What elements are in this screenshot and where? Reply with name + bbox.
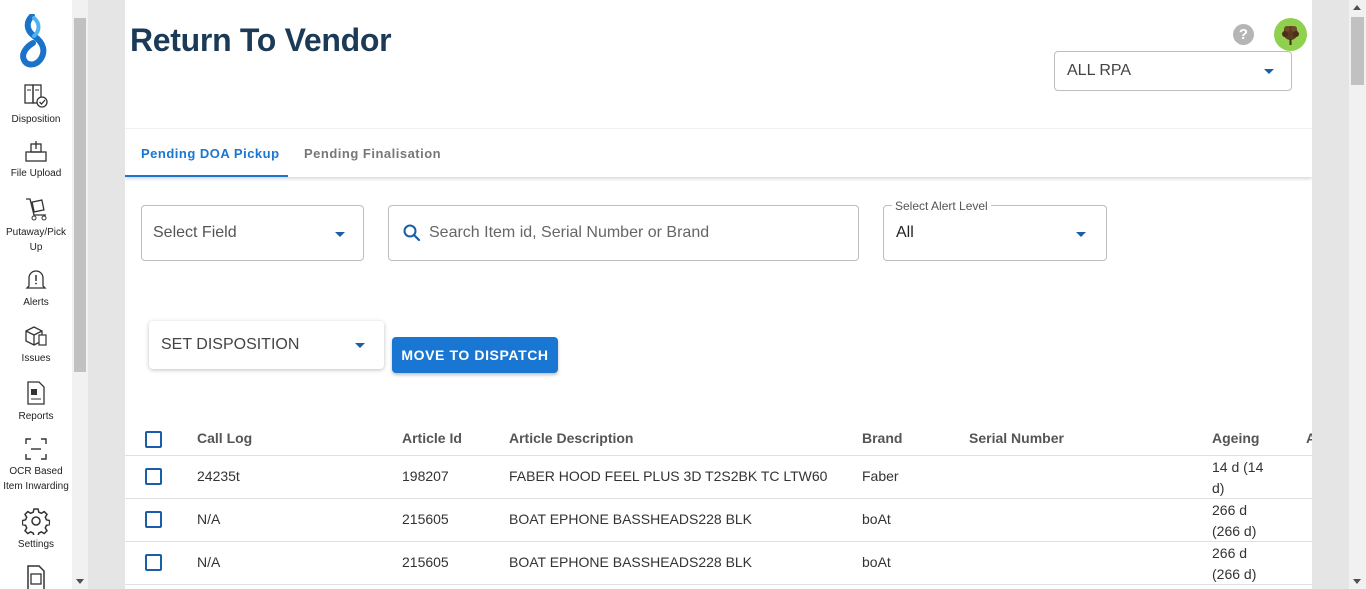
- table-row[interactable]: 24235t 198207 FABER HOOD FEEL PLUS 3D T2…: [125, 456, 1312, 499]
- set-disposition-select[interactable]: SET DISPOSITION: [149, 321, 384, 369]
- sidebar-item-alerts[interactable]: Alerts: [0, 267, 72, 310]
- sidebar: Disposition File Upload Putaway/Pick Up …: [0, 0, 72, 589]
- sidebar-item-label: Issues: [21, 353, 51, 364]
- description-cell: FABER HOOD FEEL PLUS 3D T2S2BK TC LTW60: [509, 468, 828, 484]
- table-header-row: Call Log Article Id Article Description …: [125, 417, 1312, 456]
- scroll-down-arrow-icon[interactable]: [76, 579, 84, 584]
- chevron-down-icon: [355, 343, 365, 348]
- sidebar-item-label: Reports: [18, 411, 54, 422]
- sidebar-item-disposition[interactable]: Disposition: [0, 82, 72, 127]
- article-id-cell: 215605: [402, 554, 449, 570]
- tabs-bar: Pending DOA Pickup Pending Finalisation: [125, 128, 1312, 177]
- active-tab-indicator: [125, 175, 288, 177]
- search-icon: [403, 224, 421, 242]
- sidebar-item-settings[interactable]: Settings: [0, 507, 72, 552]
- scroll-up-arrow-icon[interactable]: [1353, 5, 1361, 10]
- rpa-select[interactable]: ALL RPA: [1054, 51, 1292, 91]
- alert-level-value: All: [896, 224, 914, 241]
- row-checkbox[interactable]: [145, 468, 162, 485]
- call-log-cell: N/A: [197, 554, 221, 570]
- select-field-value: Select Field: [153, 224, 237, 241]
- brand-cell: boAt: [862, 554, 891, 570]
- column-header[interactable]: Call Log: [197, 430, 252, 446]
- scroll-down-arrow-icon[interactable]: [1353, 579, 1361, 584]
- sidebar-item-ocr[interactable]: OCR Based Item Inwarding: [0, 436, 72, 494]
- chevron-down-icon: [335, 232, 345, 237]
- move-to-dispatch-button[interactable]: MOVE TO DISPATCH: [392, 337, 558, 373]
- gear-icon: [22, 508, 50, 535]
- ageing-cell: 266 d (266 d): [1212, 502, 1257, 539]
- sidebar-item-label: Putaway/Pick Up: [5, 227, 67, 253]
- reports-icon: [27, 381, 45, 405]
- table-row[interactable]: N/A 215605 BOAT EPHONE BASSHEADS228 BLK …: [125, 499, 1312, 542]
- help-icon[interactable]: ?: [1233, 24, 1254, 45]
- tab-pending-finalisation[interactable]: Pending Finalisation: [304, 146, 441, 161]
- table-row[interactable]: N/A 215605 BOAT EPHONE BASSHEADS228 BLK …: [125, 542, 1312, 585]
- sidebar-item-more[interactable]: [0, 563, 72, 589]
- column-header[interactable]: Article Description: [509, 430, 633, 446]
- page-scrollbar[interactable]: [1349, 0, 1366, 589]
- app-logo[interactable]: [20, 14, 50, 68]
- alert-level-label: Select Alert Level: [892, 199, 991, 213]
- sidebar-item-label: File Upload: [10, 168, 62, 179]
- sidebar-item-putaway[interactable]: Putaway/Pick Up: [0, 195, 72, 255]
- sidebar-item-file-upload[interactable]: File Upload: [0, 140, 72, 181]
- sidebar-item-issues[interactable]: Issues: [0, 323, 72, 366]
- rpa-select-value: ALL RPA: [1067, 62, 1132, 79]
- putaway-icon: [26, 198, 47, 221]
- document-export-icon: [27, 565, 45, 589]
- search-input[interactable]: Search Item id, Serial Number or Brand: [388, 205, 859, 261]
- page-scrollbar-thumb[interactable]: [1351, 17, 1364, 85]
- select-field-dropdown[interactable]: Select Field: [141, 205, 364, 261]
- column-header[interactable]: Article Id: [402, 430, 462, 446]
- user-avatar-icon: [1282, 26, 1299, 45]
- row-checkbox[interactable]: [145, 554, 162, 571]
- article-id-cell: 215605: [402, 511, 449, 527]
- row-checkbox[interactable]: [145, 511, 162, 528]
- search-placeholder: Search Item id, Serial Number or Brand: [429, 224, 710, 241]
- sidebar-item-reports[interactable]: Reports: [0, 379, 72, 424]
- column-header[interactable]: Brand: [862, 430, 902, 446]
- avatar[interactable]: [1274, 18, 1307, 51]
- main-panel: Return To Vendor ? ALL RPA Pending DOA P…: [125, 0, 1312, 589]
- call-log-cell: N/A: [197, 511, 221, 527]
- issues-icon: [25, 326, 47, 346]
- ageing-cell: 266 d (266 d): [1212, 545, 1257, 582]
- brand-cell: boAt: [862, 511, 891, 527]
- items-table: Call Log Article Id Article Description …: [125, 417, 1312, 585]
- page-title: Return To Vendor: [130, 22, 392, 58]
- select-all-checkbox[interactable]: [145, 431, 162, 448]
- ocr-scan-icon: [25, 438, 47, 460]
- sidebar-item-label: OCR Based Item Inwarding: [3, 466, 69, 492]
- ageing-cell: 14 d (14 d): [1212, 459, 1264, 496]
- brand-cell: Faber: [862, 468, 899, 484]
- call-log-cell: 24235t: [197, 468, 240, 484]
- set-disposition-label: SET DISPOSITION: [161, 336, 300, 353]
- chevron-down-icon: [1076, 232, 1086, 237]
- description-cell: BOAT EPHONE BASSHEADS228 BLK: [509, 511, 753, 527]
- chevron-down-icon: [1264, 69, 1274, 74]
- alert-bell-icon: [25, 270, 47, 289]
- sidebar-item-label: Settings: [17, 539, 55, 550]
- column-header[interactable]: Serial Number: [969, 430, 1064, 446]
- alert-level-select[interactable]: Select Alert Level All: [883, 199, 1107, 261]
- column-header[interactable]: Ageing: [1212, 430, 1259, 446]
- sidebar-item-label: Alerts: [23, 297, 49, 308]
- column-header[interactable]: A: [1306, 430, 1312, 446]
- article-id-cell: 198207: [402, 468, 449, 484]
- disposition-icon: [24, 84, 48, 108]
- sidebar-scrollbar[interactable]: [72, 0, 88, 589]
- tab-pending-doa-pickup[interactable]: Pending DOA Pickup: [141, 146, 280, 161]
- sidebar-item-label: Disposition: [11, 114, 61, 125]
- sidebar-scrollbar-thumb[interactable]: [74, 18, 86, 372]
- description-cell: BOAT EPHONE BASSHEADS228 BLK: [509, 554, 753, 570]
- file-upload-icon: [25, 141, 47, 162]
